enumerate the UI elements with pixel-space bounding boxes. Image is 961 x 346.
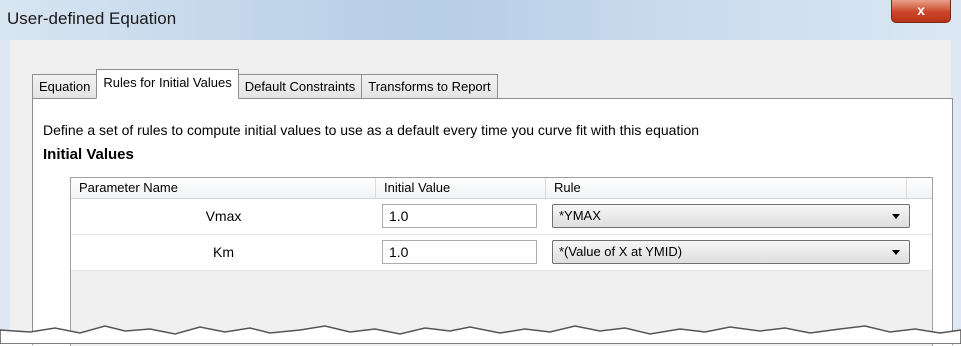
rule-dropdown-value: *(Value of X at YMID) [559,244,683,259]
tab-default-constraints[interactable]: Default Constraints [237,74,363,99]
tab-strip: Equation Rules for Initial Values Defaul… [32,69,498,99]
column-header-initial-value[interactable]: Initial Value [376,178,546,198]
window-title: User-defined Equation [7,9,177,28]
chevron-down-icon[interactable] [892,250,900,255]
tab-rules-for-initial-values[interactable]: Rules for Initial Values [96,69,239,99]
table-row: Km 1.0 *(Value of X at YMID) [71,235,932,271]
parameter-name: Vmax [205,208,242,224]
initial-value-input[interactable]: 1.0 [382,204,537,228]
tab-transforms-to-report[interactable]: Transforms to Report [361,74,498,99]
parameter-name: Km [213,244,234,260]
rule-dropdown[interactable]: *YMAX [552,204,910,228]
dialog-body: Equation Rules for Initial Values Defaul… [10,40,953,346]
tab-panel: Define a set of rules to compute initial… [32,98,953,346]
grid-header: Parameter Name Initial Value Rule [71,178,932,199]
window-frame: Equation Rules for Initial Values Defaul… [0,40,961,346]
column-header-rule[interactable]: Rule [546,178,907,198]
tab-equation[interactable]: Equation [32,74,98,99]
dialog-window: User-defined Equation x Equation Rules f… [0,0,961,346]
section-title: Initial Values [43,146,134,163]
title-bar[interactable]: User-defined Equation x [0,0,961,41]
column-header-parameter-name[interactable]: Parameter Name [71,178,376,198]
close-button[interactable]: x [891,0,951,23]
chevron-down-icon[interactable] [892,214,900,219]
close-icon: x [917,2,925,18]
rule-dropdown-value: *YMAX [559,208,601,223]
table-row: Vmax 1.0 *YMAX [71,199,932,235]
torn-edge [0,325,961,344]
initial-value-input[interactable]: 1.0 [382,240,537,264]
panel-description: Define a set of rules to compute initial… [43,122,700,138]
rule-dropdown[interactable]: *(Value of X at YMID) [552,240,910,264]
